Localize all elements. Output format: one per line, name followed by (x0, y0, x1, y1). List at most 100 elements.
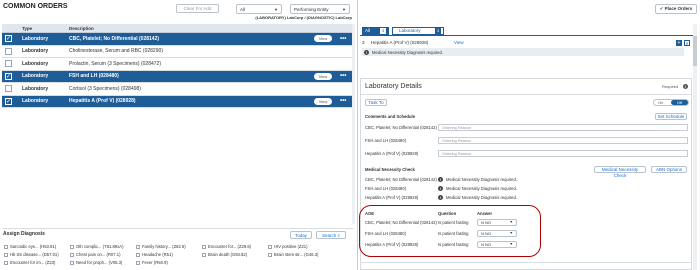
table-row[interactable]: Laboratory Cholinesterase, Serum and RBC… (2, 46, 352, 58)
table-row[interactable]: ✓ Laboratory FSH and LH (028480) View ••… (2, 70, 352, 83)
diagnosis-item[interactable]: Family history... (Z82.8) (136, 244, 186, 249)
row-type: Laboratory (22, 35, 49, 42)
comment-row-label: CBC, Platelet; No Differential (028142) (365, 125, 437, 130)
abn-options-button[interactable]: ABN Options (651, 166, 687, 173)
ordering-reason-input[interactable]: Ordering Reason (438, 137, 688, 144)
toggle-off: Off (671, 100, 688, 105)
question-title: Question (438, 211, 457, 216)
warning-icon: ! (438, 194, 443, 200)
comment-row-label: Hepatitis A (Prof V) (028928) (365, 151, 419, 156)
med-row-warning: ! Medical Necessity Diagnosis required. (438, 176, 517, 182)
chevron-down-icon: ▼ (274, 7, 278, 12)
place-orders-icon: ✓ (659, 6, 664, 11)
diagnosis-item[interactable]: Sarcoidic eye... (H53.91) (4, 244, 56, 249)
table-row[interactable]: ✓ Laboratory CBC, Platelet; No Different… (2, 33, 352, 46)
diagnosis-item[interactable]: Need for proph... (V05.3) (70, 260, 122, 265)
diagnosis-item[interactable]: Fever (R50.9) (136, 260, 168, 265)
aoe-row-question: Is patient fasting (438, 231, 469, 236)
place-orders-button[interactable]: ✓ Place Orders (655, 4, 697, 14)
table-row[interactable]: ✓ Laboratory Hepatitis A (Prof V) (02892… (2, 95, 352, 108)
aoe-answer-select[interactable]: N NO ▼ (477, 218, 517, 226)
row-checkbox[interactable]: ✓ (5, 72, 12, 80)
chevron-down-icon: ▼ (509, 230, 513, 235)
order-add-icon[interactable]: + (676, 40, 682, 46)
row-checkbox[interactable] (5, 85, 12, 93)
diagnosis-item[interactable]: Brain death (G93.82) (202, 252, 247, 257)
aoe-answer-value: N NO (481, 241, 491, 247)
med-check-title: Medical Necessity Check (365, 167, 415, 172)
med-row-warning: ! Medical Necessity Diagnosis required. (438, 185, 517, 191)
row-type: Laboratory (22, 73, 49, 80)
panel-divider (357, 0, 358, 270)
performing-entity-select[interactable]: Performing Entity ▼ (290, 4, 350, 14)
view-button[interactable]: View (314, 35, 332, 43)
tab-all-count: 3 (380, 28, 386, 34)
more-icon[interactable]: ••• (340, 73, 346, 79)
diagnosis-item[interactable]: Hb SS disease... (D57.01) (4, 252, 59, 257)
order-close-icon[interactable]: ✕ (684, 40, 690, 46)
tab-all[interactable]: All 3 (362, 27, 389, 35)
col-type: Type (22, 26, 33, 31)
row-checkbox[interactable]: ✓ (5, 35, 12, 43)
view-button[interactable]: View (314, 72, 332, 80)
toggle-switch[interactable]: On Off (653, 99, 689, 106)
more-icon[interactable]: ••• (340, 98, 346, 104)
aoe-row-label: FSH and LH (028480) (365, 231, 406, 236)
chevron-down-icon: ▼ (509, 241, 513, 246)
order-name: Hepatitis A (Prof V) (028928) (371, 40, 429, 45)
card-divider (361, 94, 691, 95)
search-label: Search (321, 233, 337, 238)
diagnosis-item[interactable]: Encounter for... (Z29.8) (202, 244, 251, 249)
filter-select[interactable]: All ▼ (236, 4, 282, 14)
table-header: Type Description (2, 24, 352, 33)
aoe-row-label: CBC, Platelet; No Differential (028142) (365, 220, 437, 225)
aoe-answer-select[interactable]: N NO ▼ (477, 229, 517, 237)
diagnosis-item[interactable]: Chest pain on... (R07.1) (70, 252, 120, 257)
aoe-title: AOE (365, 211, 375, 216)
table-scrollbar[interactable] (352, 24, 355, 224)
row-type: Laboratory (22, 60, 49, 67)
med-row-label: Hepatitis A (Prof V) (028928) (365, 195, 419, 200)
more-icon[interactable]: ••• (340, 36, 346, 42)
med-row-label: FSH and LH (028480) (365, 186, 406, 191)
assign-diagnosis-title: Assign Diagnosis (3, 231, 45, 237)
diagnosis-item[interactable]: HIV positive (Z21) (268, 244, 308, 249)
row-checkbox[interactable]: ✓ (5, 97, 12, 105)
tab-laboratory[interactable]: Laboratory 3 (392, 27, 444, 35)
medical-necessity-check-button[interactable]: Medical Necessity Check (594, 166, 646, 178)
set-schedule-button[interactable]: Set Schedule (655, 113, 687, 120)
warning-icon: ! (364, 49, 369, 55)
row-desc: FSH and LH (028480) (69, 73, 119, 80)
aoe-answer-value: N NO (481, 219, 491, 225)
scrollbar-thumb[interactable] (693, 36, 697, 66)
tab-all-label: All (365, 28, 371, 33)
required-label: Required (662, 84, 679, 89)
diagnosis-item[interactable]: Encounter for im... (Z23) (4, 260, 55, 265)
order-warning: ! Medical Necessity Diagnosis required. (364, 49, 443, 55)
warning-icon: ! (438, 185, 443, 191)
table-row[interactable]: Laboratory Cortisol (3 Specimens) (02849… (2, 83, 352, 96)
col-description: Description (69, 26, 94, 31)
search-button[interactable]: Search ⌕ (316, 231, 346, 239)
aoe-answer-select[interactable]: N NO ▼ (477, 240, 517, 248)
table-row[interactable]: Laboratory Prolactin, Serum (3 Specimens… (2, 58, 352, 71)
task-to-button[interactable]: Task To (365, 99, 387, 106)
row-checkbox[interactable] (5, 47, 12, 55)
ordering-reason-input[interactable]: Ordering Reason (438, 150, 688, 157)
med-row-warning: ! Medical Necessity Diagnosis required. (438, 194, 517, 200)
ordering-reason-input[interactable]: Ordering Reason (438, 124, 688, 131)
warning-icon: ! (438, 176, 443, 182)
diagnosis-item[interactable]: Oth complic... (T81.89xA) (70, 244, 123, 249)
row-desc: Cortisol (3 Specimens) (028498) (69, 85, 141, 92)
diagnosis-item[interactable]: Brain stem str... (G46.3) (268, 252, 318, 257)
row-checkbox[interactable] (5, 60, 12, 68)
labs-text: (LABORATORY) LabCorp / (DIAGNOSTIC) LabC… (255, 15, 352, 20)
diagnosis-item[interactable]: Headache (R51) (136, 252, 173, 257)
view-button[interactable]: View (314, 97, 332, 105)
order-view-link[interactable]: View (454, 40, 464, 45)
clear-for-add-button[interactable]: Clear For Add (176, 4, 219, 13)
today-button[interactable]: Today (290, 231, 312, 239)
lab-details-title: Laboratory Details (365, 83, 422, 90)
filter-value: All (240, 7, 246, 12)
page-title: COMMON ORDERS (3, 3, 68, 10)
